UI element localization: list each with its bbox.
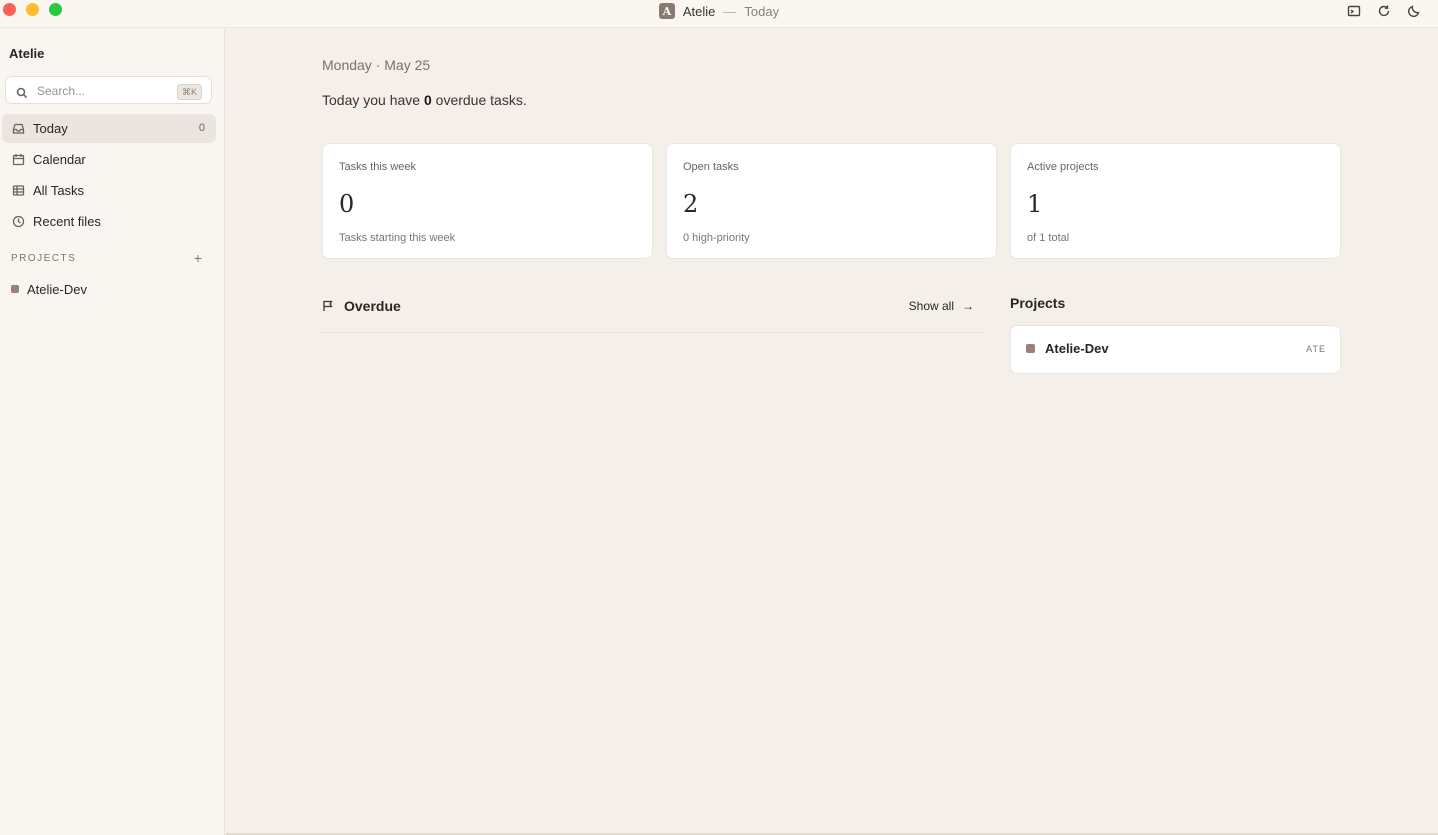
main-content: Monday · May 25 Today you have 0 overdue… [226, 29, 1438, 833]
window-title: A Atelie — Today [0, 3, 1438, 19]
app-logo-icon: A [658, 3, 675, 19]
theme-toggle-button[interactable] [1406, 3, 1422, 19]
project-card-atelie-dev[interactable]: Atelie-Dev ATE [1010, 325, 1341, 374]
calendar-icon [12, 153, 25, 166]
stat-subtitle: 0 high-priority [683, 232, 750, 244]
stat-value: 2 [683, 190, 699, 218]
stat-value: 0 [339, 190, 355, 218]
date-heading: Monday · May 25 [322, 57, 431, 73]
sidebar-item-label: All Tasks [33, 183, 85, 198]
stat-card-open-tasks: Open tasks 2 0 high-priority [666, 143, 997, 259]
stat-value: 1 [1027, 190, 1043, 218]
window-title-separator: — [723, 3, 737, 19]
stat-subtitle: of 1 total [1027, 232, 1070, 244]
project-color-dot [11, 285, 19, 293]
overdue-summary: Today you have 0 overdue tasks. [322, 92, 527, 108]
sidebar-nav: Today 0 Calendar All Tasks Recent files [2, 114, 216, 238]
title-bar: A Atelie — Today [0, 0, 1438, 28]
stat-label: Open tasks [683, 161, 739, 173]
table-icon [12, 184, 25, 197]
search-box[interactable]: ⌘K [5, 76, 212, 104]
workspace-name: Atelie [9, 46, 45, 61]
stat-label: Active projects [1027, 161, 1099, 173]
add-project-button[interactable]: + [191, 250, 205, 266]
search-input[interactable] [37, 82, 167, 100]
inbox-icon [12, 122, 25, 135]
sidebar-item-all-tasks[interactable]: All Tasks [2, 176, 216, 205]
project-color-dot [1026, 344, 1035, 353]
sidebar-item-label: Calendar [33, 152, 86, 167]
summary-suffix: overdue tasks. [435, 92, 527, 108]
stat-label: Tasks this week [339, 161, 417, 173]
sidebar-item-recent-files[interactable]: Recent files [2, 207, 216, 236]
sidebar-item-calendar[interactable]: Calendar [2, 145, 216, 174]
stat-card-active-projects: Active projects 1 of 1 total [1010, 143, 1341, 259]
show-all-button[interactable]: Show all → [909, 299, 974, 313]
show-all-label: Show all [908, 299, 954, 313]
sidebar-item-label: Today [33, 121, 68, 136]
today-count-badge: 0 [198, 122, 205, 134]
search-icon [16, 86, 28, 99]
overdue-count: 0 [423, 92, 432, 108]
projects-panel-title: Projects [1010, 295, 1066, 311]
moon-icon [1407, 5, 1420, 18]
sidebar-project-label: Atelie-Dev [27, 282, 87, 297]
arrow-right-icon: → [962, 299, 974, 313]
refresh-icon [1378, 5, 1390, 17]
app-window: A Atelie — Today Atelie ⌘K [0, 0, 1438, 835]
titlebar-actions [1346, 3, 1422, 19]
project-card-name: Atelie-Dev [1045, 341, 1109, 356]
project-card-key: ATE [1306, 344, 1326, 354]
sidebar-item-today[interactable]: Today 0 [2, 114, 216, 143]
summary-prefix: Today you have [322, 92, 421, 108]
stat-card-tasks-this-week: Tasks this week 0 Tasks starting this we… [322, 143, 653, 259]
terminal-icon [1347, 5, 1361, 17]
projects-section-header: PROJECTS [11, 253, 77, 264]
sidebar: Atelie ⌘K Today 0 Calendar [0, 29, 225, 835]
clock-icon [12, 215, 25, 228]
sidebar-item-label: Recent files [33, 214, 101, 229]
terminal-button[interactable] [1346, 3, 1362, 19]
overdue-title: Overdue [344, 298, 401, 314]
search-shortcut-badge: ⌘K [176, 84, 202, 100]
sidebar-project-atelie-dev[interactable]: Atelie-Dev [2, 277, 216, 301]
refresh-button[interactable] [1376, 3, 1392, 19]
stat-subtitle: Tasks starting this week [339, 232, 456, 244]
window-title-page: Today [744, 3, 780, 19]
flag-icon [322, 299, 334, 311]
window-title-app: Atelie [682, 3, 716, 19]
overdue-section-header: Overdue Show all → [322, 297, 982, 333]
